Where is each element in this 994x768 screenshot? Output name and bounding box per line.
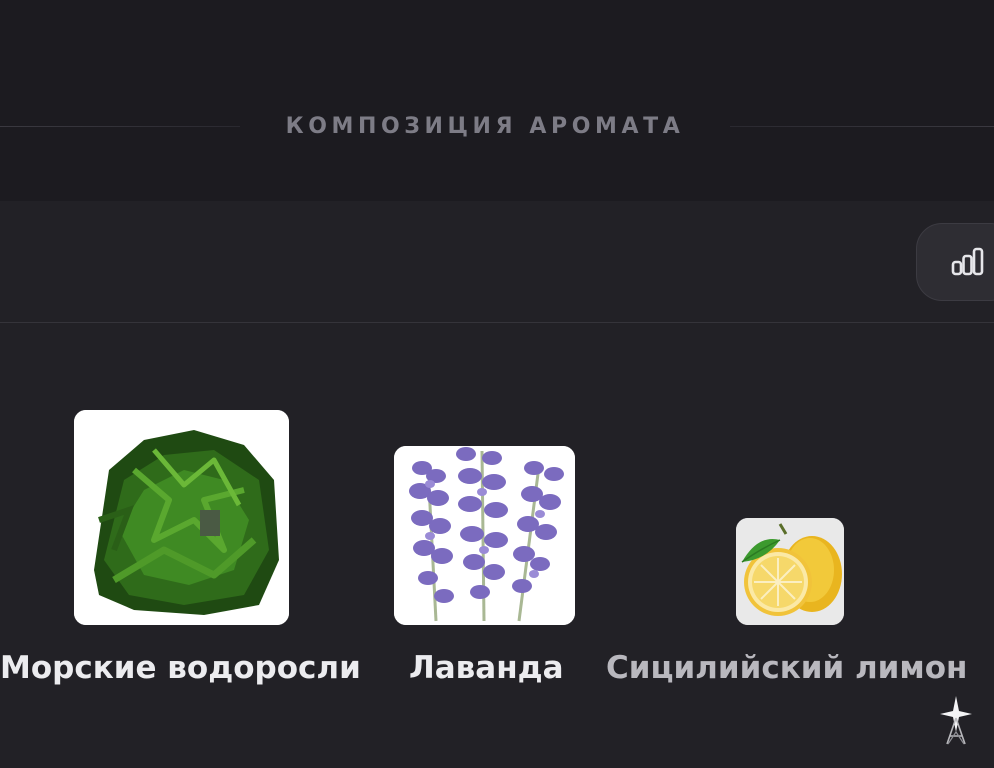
note-label: Морские водоросли [0,650,361,686]
section-title: КОМПОЗИЦИЯ АРОМАТА [285,114,685,139]
lavender-image [394,446,575,625]
seaweed-image [74,410,289,625]
compass-star-icon[interactable] [934,694,978,748]
header-band [0,0,994,201]
toolbar-divider [0,322,994,323]
bar-chart-icon [951,247,984,276]
lemon-image [736,518,844,625]
note-label: Лаванда [409,650,564,686]
stats-button[interactable] [916,223,994,301]
note-label: Сицилийский лимон [606,650,968,686]
